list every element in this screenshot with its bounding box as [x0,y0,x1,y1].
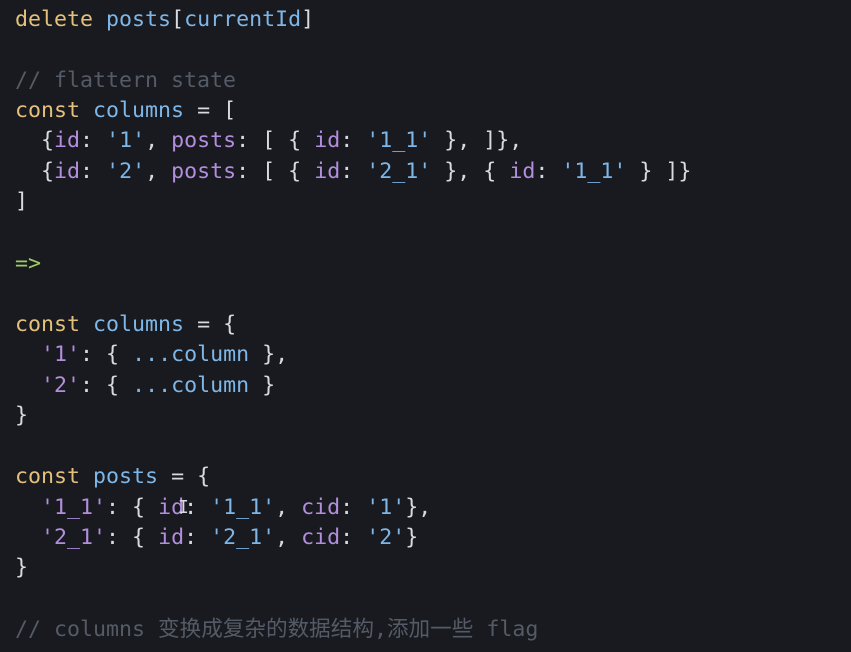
operator-equals: = [171,464,185,489]
code-line-11: const columns = { [15,310,236,340]
brace-close: } [405,525,419,550]
colon: : [340,525,354,550]
string-2-1: '2_1' [210,525,276,550]
string-1-1: '1_1' [561,159,627,184]
code-line-16: const posts = { [15,462,210,492]
colon: : [184,525,198,550]
identifier-currentId: currentId [184,7,302,32]
code-editor[interactable]: delete posts[currentId] // flattern stat… [0,0,851,652]
code-line-17: '1_1': { id: '1_1', cid: '1'}, [15,493,431,523]
code-line-12: '1': { ...column }, [15,340,288,370]
colon: : [236,128,250,153]
comment-flattern-state: // flattern state [15,68,237,93]
object-separator: }, { [444,159,497,184]
property-posts: posts [171,159,237,184]
brace-close: } [15,555,29,580]
string-2-1: '2_1' [366,159,432,184]
code-line-3: // flattern state [15,66,236,96]
keyword-const: const [15,312,81,337]
spread-column: ...column [132,373,250,398]
property-id: id [158,525,185,550]
code-line-6: {id: '2', posts: [ { id: '2_1' }, { id: … [15,157,691,187]
comment-columns-flag: // columns 变换成复杂的数据结构,添加一些 flag [15,617,539,642]
brace-open: { [197,464,211,489]
code-line-9: => [15,249,41,279]
identifier-posts: posts [106,7,172,32]
colon-brace: : { [106,495,146,520]
colon: : [80,159,94,184]
colon: : [340,495,354,520]
text-cursor-icon: I [178,497,189,518]
colon-brace: : { [106,525,146,550]
code-line-21: // columns 变换成复杂的数据结构,添加一些 flag [15,615,538,645]
string-key-1: '1' [41,342,81,367]
code-line-1: delete posts[currentId] [15,5,314,35]
comma: , [275,525,289,550]
spread-column: ...column [132,342,250,367]
colon: : [340,128,354,153]
property-id: id [54,128,81,153]
colon-brace: : { [80,373,120,398]
brace-open: { [41,159,55,184]
property-cid: cid [301,525,341,550]
code-line-13: '2': { ...column } [15,371,275,401]
closing-punctuation: }, ]}, [444,128,523,153]
property-posts: posts [171,128,237,153]
code-line-4: const columns = [ [15,96,236,126]
string-key-1-1: '1_1' [41,495,107,520]
string-1: '1' [106,128,146,153]
property-cid: cid [301,495,341,520]
comma: , [145,128,159,153]
array-object-open: [ { [262,159,302,184]
colon: : [340,159,354,184]
array-object-open: [ { [262,128,302,153]
colon: : [80,128,94,153]
comma: , [275,495,289,520]
keyword-delete: delete [15,7,94,32]
identifier-columns: columns [93,312,185,337]
brace-close: } [15,403,29,428]
brace-close-comma: }, [405,495,432,520]
brace-close: } [262,373,276,398]
arrow-operator: => [15,251,42,276]
bracket-open: [ [223,98,237,123]
property-id: id [54,159,81,184]
identifier-posts: posts [93,464,159,489]
code-line-18: '2_1': { id: '2_1', cid: '2'} [15,523,418,553]
identifier-columns: columns [93,98,185,123]
string-1-1: '1_1' [366,128,432,153]
code-line-5: {id: '1', posts: [ { id: '1_1' }, ]}, [15,126,522,156]
string-key-2: '2' [41,373,81,398]
colon: : [535,159,549,184]
keyword-const: const [15,464,81,489]
bracket-open: [ [171,7,185,32]
bracket-close: ] [301,7,315,32]
colon-brace: : { [80,342,120,367]
string-1: '1' [366,495,406,520]
string-2: '2' [366,525,406,550]
property-id: id [314,159,341,184]
string-2: '2' [106,159,146,184]
code-line-7: ] [15,187,28,217]
closing-punctuation: } ]} [639,159,692,184]
string-key-2-1: '2_1' [41,525,107,550]
bracket-close: ] [15,189,29,214]
string-1-1: '1_1' [210,495,276,520]
brace-open: { [223,312,237,337]
property-id: id [509,159,536,184]
operator-equals: = [197,312,211,337]
keyword-const: const [15,98,81,123]
property-id: id [314,128,341,153]
colon: : [236,159,250,184]
brace-open: { [41,128,55,153]
operator-equals: = [197,98,211,123]
comma: , [145,159,159,184]
brace-close-comma: }, [262,342,289,367]
code-line-19: } [15,553,28,583]
code-line-14: } [15,401,28,431]
